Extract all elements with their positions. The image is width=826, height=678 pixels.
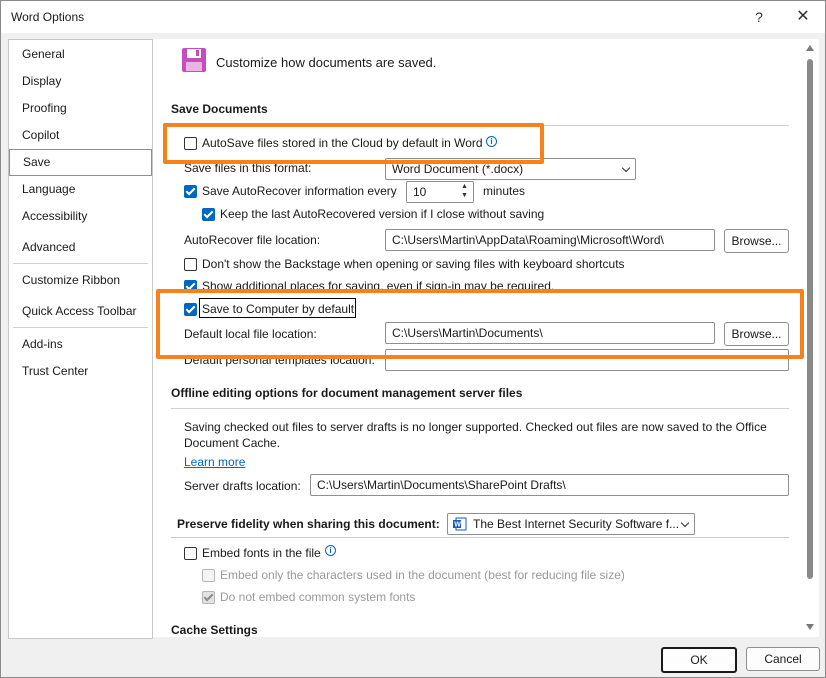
- sidebar-item-proofing[interactable]: Proofing: [9, 96, 152, 121]
- embed-only-used-label: Embed only the characters used in the do…: [220, 568, 625, 582]
- autorecover-location-input[interactable]: C:\Users\Martin\AppData\Roaming\Microsof…: [385, 229, 715, 251]
- fidelity-document-dropdown[interactable]: W The Best Internet Security Software f.…: [447, 513, 695, 535]
- backstage-label: Don't show the Backstage when opening or…: [202, 257, 625, 271]
- close-button[interactable]: ✕: [785, 5, 821, 29]
- sidebar-item-display[interactable]: Display: [9, 69, 152, 94]
- server-drafts-input[interactable]: C:\Users\Martin\Documents\SharePoint Dra…: [310, 474, 789, 496]
- word-options-dialog: Word Options ? ✕ General Display Proofin…: [0, 0, 826, 678]
- floppy-disk-icon: [180, 46, 208, 77]
- sidebar-item-language[interactable]: Language: [9, 177, 152, 202]
- window-title: Word Options: [11, 10, 85, 24]
- embed-fonts-label: Embed fonts in the file: [202, 546, 321, 560]
- spinner-up-icon[interactable]: ▲: [461, 183, 468, 190]
- autorecover-location-label: AutoRecover file location:: [184, 233, 321, 247]
- cancel-button[interactable]: Cancel: [746, 647, 820, 671]
- embed-only-used-checkbox[interactable]: [202, 569, 215, 582]
- embed-fonts-checkbox[interactable]: [184, 547, 197, 560]
- sidebar-item-quick-access-toolbar[interactable]: Quick Access Toolbar: [9, 299, 152, 324]
- keep-last-version-checkbox[interactable]: [202, 208, 215, 221]
- format-dropdown-value: Word Document (*.docx): [392, 162, 524, 176]
- autorecover-minutes-spinner[interactable]: 10 ▲ ▼: [406, 181, 474, 203]
- scrollbar-thumb[interactable]: [807, 59, 813, 579]
- scroll-down-icon[interactable]: [806, 624, 814, 630]
- scroll-up-icon[interactable]: [806, 45, 814, 51]
- autorecover-minutes-value: 10: [413, 185, 427, 199]
- info-icon[interactable]: i: [325, 545, 336, 556]
- sidebar-divider: [13, 263, 148, 264]
- minutes-label: minutes: [483, 184, 526, 198]
- orange-highlight-save-to-computer: [156, 289, 804, 359]
- learn-more-link[interactable]: Learn more: [184, 455, 245, 469]
- ok-button[interactable]: OK: [661, 647, 737, 673]
- section-heading-cache: Cache Settings: [171, 623, 258, 637]
- section-heading-save-documents: Save Documents: [171, 102, 268, 116]
- sidebar: General Display Proofing Copilot Save La…: [8, 39, 153, 639]
- spinner-down-icon[interactable]: ▼: [461, 192, 468, 199]
- chevron-down-icon: [680, 518, 690, 528]
- help-button[interactable]: ?: [741, 5, 777, 29]
- sidebar-item-accessibility[interactable]: Accessibility: [9, 204, 152, 229]
- autorecover-label: Save AutoRecover information every: [202, 184, 397, 198]
- server-drafts-label: Server drafts location:: [184, 479, 301, 493]
- autorecover-checkbox[interactable]: [184, 185, 197, 198]
- no-common-fonts-checkbox[interactable]: [202, 591, 215, 604]
- sidebar-item-add-ins[interactable]: Add-ins: [9, 332, 152, 357]
- word-document-icon: W: [453, 517, 467, 534]
- offline-description-2: Document Cache.: [184, 436, 281, 450]
- offline-description: Saving checked out files to server draft…: [184, 420, 767, 434]
- backstage-checkbox[interactable]: [184, 258, 197, 271]
- chevron-down-icon: [621, 163, 631, 173]
- svg-text:W: W: [454, 522, 461, 529]
- title-bar: Word Options ? ✕: [1, 1, 825, 33]
- section-divider: [171, 537, 789, 538]
- page-header-text: Customize how documents are saved.: [216, 55, 437, 70]
- section-divider: [171, 408, 789, 409]
- orange-highlight-autosave: [163, 123, 544, 164]
- sidebar-item-copilot[interactable]: Copilot: [9, 123, 152, 148]
- sidebar-divider: [13, 327, 148, 328]
- section-heading-offline: Offline editing options for document man…: [171, 386, 523, 400]
- sidebar-item-advanced[interactable]: Advanced: [9, 235, 152, 260]
- sidebar-item-customize-ribbon[interactable]: Customize Ribbon: [9, 268, 152, 293]
- sidebar-item-general[interactable]: General: [9, 42, 152, 67]
- keep-last-version-label: Keep the last AutoRecovered version if I…: [220, 207, 545, 221]
- autorecover-browse-button[interactable]: Browse...: [724, 229, 789, 253]
- section-heading-fidelity: Preserve fidelity when sharing this docu…: [177, 517, 440, 531]
- no-common-fonts-label: Do not embed common system fonts: [220, 590, 416, 604]
- sidebar-item-trust-center[interactable]: Trust Center: [9, 359, 152, 384]
- sidebar-item-save[interactable]: Save: [9, 149, 152, 176]
